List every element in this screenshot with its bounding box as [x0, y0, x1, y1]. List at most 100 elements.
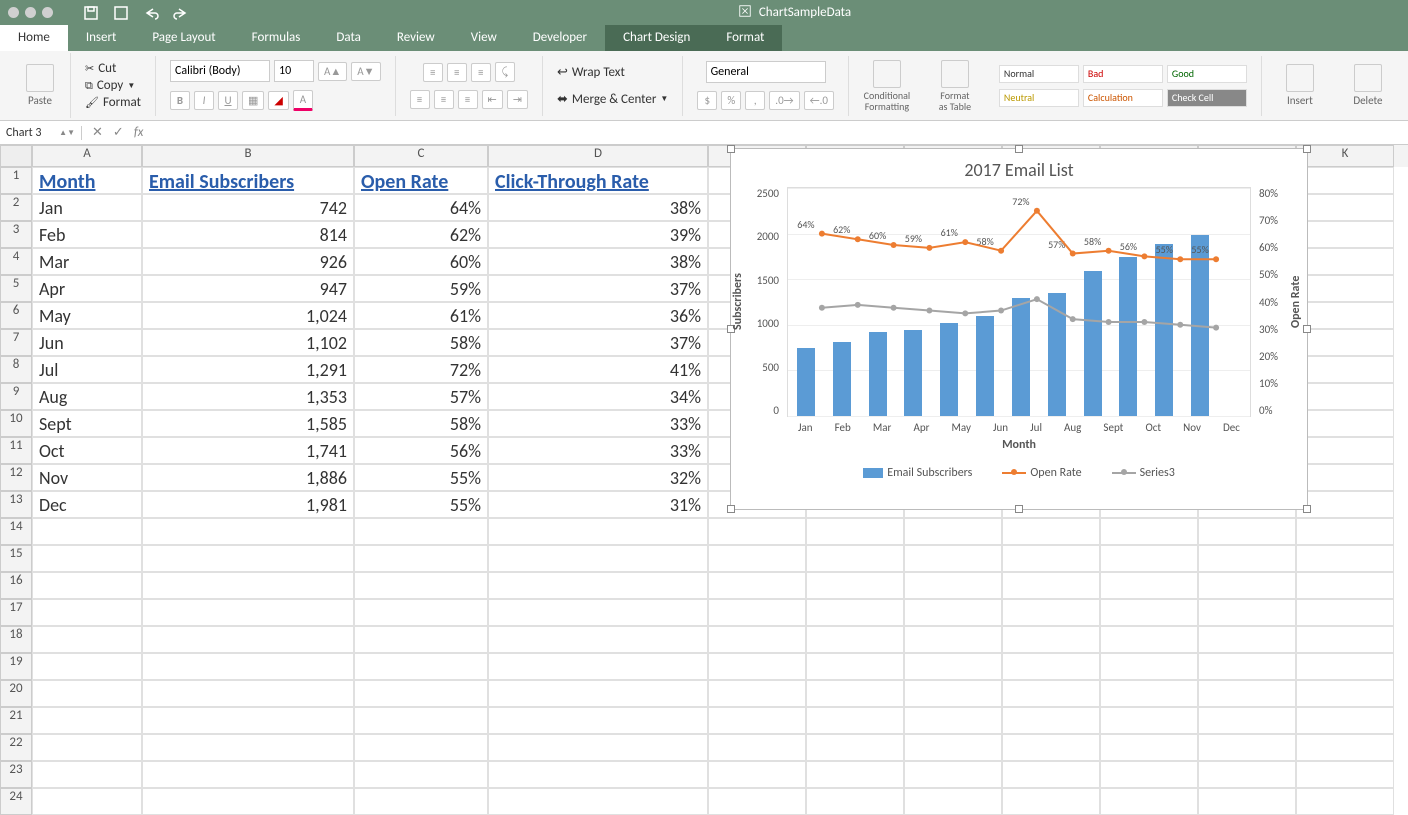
cell[interactable]: Jul [32, 356, 142, 383]
cell-style-normal[interactable]: Normal [999, 65, 1079, 83]
cell[interactable] [1198, 518, 1296, 545]
cut-label[interactable]: Cut [98, 61, 116, 76]
cell[interactable] [32, 761, 142, 788]
row-header[interactable]: 24 [0, 788, 32, 815]
cell[interactable] [1296, 194, 1394, 221]
cell[interactable] [708, 653, 806, 680]
format-painter-icon[interactable]: 🖌 [85, 96, 99, 109]
decrease-decimal-icon[interactable]: ←.0 [804, 91, 834, 110]
row-header[interactable]: 15 [0, 545, 32, 572]
cell[interactable] [1198, 680, 1296, 707]
italic-button[interactable]: I [194, 91, 214, 110]
increase-decimal-icon[interactable]: .0→ [769, 91, 799, 110]
cell[interactable] [806, 572, 904, 599]
row-header[interactable]: 9 [0, 383, 32, 410]
cell[interactable] [1002, 680, 1100, 707]
spreadsheet-grid[interactable]: A B C D E F G H I J K 1MonthEmail Subscr… [0, 145, 1408, 815]
paste-button[interactable]: Paste [16, 56, 64, 116]
cell[interactable] [1296, 788, 1394, 815]
cell[interactable] [806, 653, 904, 680]
cell[interactable] [1296, 275, 1394, 302]
cell[interactable]: Apr [32, 275, 142, 302]
cell[interactable] [1002, 734, 1100, 761]
cell[interactable] [354, 653, 488, 680]
currency-icon[interactable]: $ [697, 91, 717, 110]
align-right-icon[interactable]: ≡ [458, 90, 478, 109]
cell[interactable] [354, 707, 488, 734]
indent-increase-icon[interactable]: ⇥ [507, 90, 528, 109]
cancel-formula-icon[interactable]: ✕ [92, 125, 103, 140]
cell[interactable]: 60% [354, 248, 488, 275]
cell[interactable] [488, 653, 708, 680]
cell[interactable]: 1,353 [142, 383, 354, 410]
cell[interactable]: 55% [354, 464, 488, 491]
plot-area[interactable]: 64%62%60%59%61%58%72%57%58%56%55%55% [787, 187, 1251, 417]
fx-icon[interactable]: fx [134, 125, 144, 140]
increase-font-icon[interactable]: A▲ [318, 62, 347, 81]
cell[interactable] [806, 680, 904, 707]
tab-insert[interactable]: Insert [68, 25, 135, 51]
cell[interactable] [32, 518, 142, 545]
row-header[interactable]: 16 [0, 572, 32, 599]
cell[interactable]: Click-Through Rate [488, 167, 708, 194]
cell[interactable] [1296, 707, 1394, 734]
cell-style-check-cell[interactable]: Check Cell [1167, 89, 1247, 107]
row-header[interactable]: 8 [0, 356, 32, 383]
cell[interactable] [354, 626, 488, 653]
cell[interactable] [1296, 248, 1394, 275]
tab-format[interactable]: Format [708, 25, 782, 51]
cell[interactable] [354, 599, 488, 626]
cell[interactable]: Sept [32, 410, 142, 437]
cell[interactable]: 37% [488, 329, 708, 356]
row-header[interactable]: 14 [0, 518, 32, 545]
cell[interactable] [1296, 383, 1394, 410]
row-header[interactable]: 17 [0, 599, 32, 626]
cell[interactable]: 58% [354, 329, 488, 356]
cell[interactable] [1296, 167, 1394, 194]
merge-icon[interactable]: ⬌ [557, 92, 568, 107]
cell[interactable]: Month [32, 167, 142, 194]
cell[interactable] [708, 734, 806, 761]
cell[interactable] [708, 626, 806, 653]
auto-save-icon[interactable] [113, 5, 129, 21]
row-header[interactable]: 23 [0, 761, 32, 788]
cell[interactable]: 742 [142, 194, 354, 221]
cell[interactable] [488, 761, 708, 788]
percent-icon[interactable]: % [721, 91, 741, 110]
cell[interactable] [1100, 599, 1198, 626]
tab-data[interactable]: Data [318, 25, 379, 51]
name-box[interactable]: Chart 3▲▼ [0, 126, 82, 140]
cell[interactable]: 39% [488, 221, 708, 248]
cell[interactable] [354, 518, 488, 545]
cell[interactable] [1002, 518, 1100, 545]
cell[interactable] [904, 545, 1002, 572]
cell[interactable] [142, 761, 354, 788]
cell[interactable] [1198, 761, 1296, 788]
tab-home[interactable]: Home [0, 25, 68, 51]
font-size-select[interactable] [274, 60, 314, 82]
cell[interactable] [1100, 572, 1198, 599]
cell[interactable] [488, 518, 708, 545]
cell[interactable] [1100, 707, 1198, 734]
cell[interactable] [32, 545, 142, 572]
cell-style-calculation[interactable]: Calculation [1083, 89, 1163, 107]
row-header[interactable]: 2 [0, 194, 32, 221]
cell[interactable] [1296, 572, 1394, 599]
cell[interactable] [354, 572, 488, 599]
cell[interactable] [488, 707, 708, 734]
cell[interactable] [32, 653, 142, 680]
align-center-icon[interactable]: ≡ [434, 90, 454, 109]
cell[interactable] [1002, 599, 1100, 626]
cell[interactable] [488, 626, 708, 653]
tab-view[interactable]: View [453, 25, 515, 51]
cell[interactable] [142, 626, 354, 653]
cell[interactable]: Email Subscribers [142, 167, 354, 194]
cell[interactable]: 59% [354, 275, 488, 302]
cell[interactable]: Aug [32, 383, 142, 410]
cell[interactable]: 62% [354, 221, 488, 248]
cell[interactable]: 56% [354, 437, 488, 464]
cell[interactable] [1296, 410, 1394, 437]
fill-color-button[interactable]: ◢ [268, 91, 288, 110]
row-header[interactable]: 19 [0, 653, 32, 680]
cell[interactable] [708, 707, 806, 734]
